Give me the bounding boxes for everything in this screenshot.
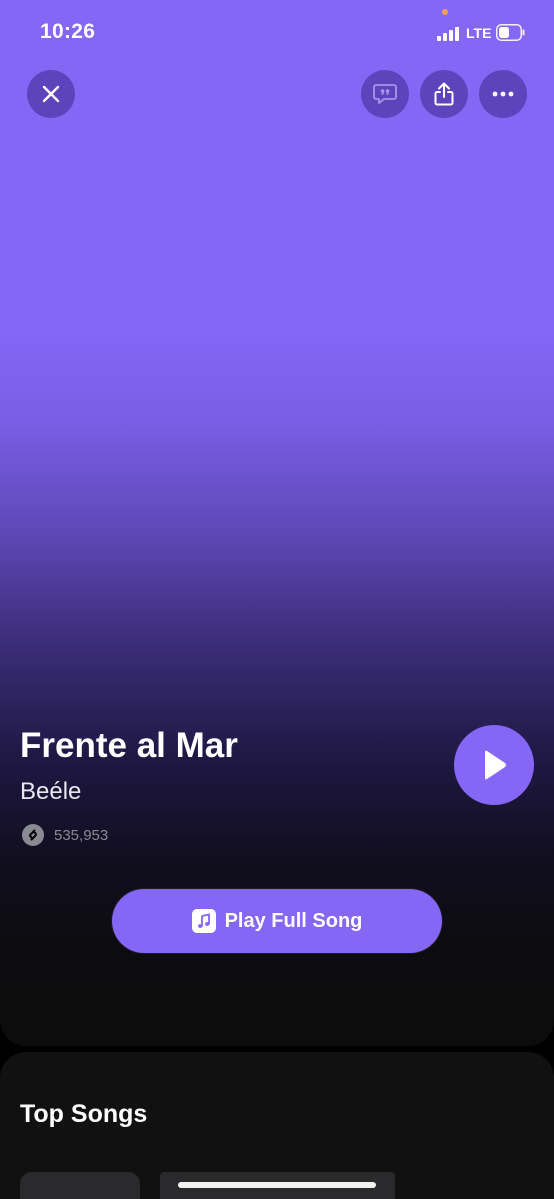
- signal-strength-icon: [437, 27, 461, 41]
- artist-name[interactable]: Beéle: [20, 778, 81, 806]
- top-song-artwork[interactable]: [20, 1172, 140, 1199]
- share-icon: [434, 82, 454, 106]
- shazam-count: 535,953: [54, 826, 109, 844]
- close-icon: [42, 85, 60, 103]
- shazam-icon: [22, 824, 44, 846]
- battery-icon: [496, 24, 525, 41]
- microphone-indicator: [442, 9, 448, 15]
- quote-bubble-icon: [373, 84, 397, 104]
- shazam-count-row: 535,953: [22, 824, 108, 846]
- home-indicator[interactable]: [178, 1182, 376, 1188]
- apple-music-icon: [191, 909, 216, 933]
- play-preview-button[interactable]: [454, 725, 534, 805]
- top-songs-heading: Top Songs: [20, 1100, 148, 1128]
- play-icon: [485, 750, 506, 780]
- more-icon: [492, 91, 514, 97]
- play-full-song-button[interactable]: Play Full Song: [111, 888, 443, 954]
- song-title: Frente al Mar: [20, 726, 238, 765]
- network-type: LTE: [466, 25, 492, 41]
- status-time: 10:26: [40, 20, 96, 43]
- close-button[interactable]: [27, 70, 75, 118]
- lyrics-button[interactable]: [361, 70, 409, 118]
- play-full-song-label: Play Full Song: [224, 909, 363, 932]
- song-screen: 10:26 LTE Frente al Mar Beéle 535,953 Pl…: [0, 0, 554, 1199]
- more-options-button[interactable]: [479, 70, 527, 118]
- share-button[interactable]: [420, 70, 468, 118]
